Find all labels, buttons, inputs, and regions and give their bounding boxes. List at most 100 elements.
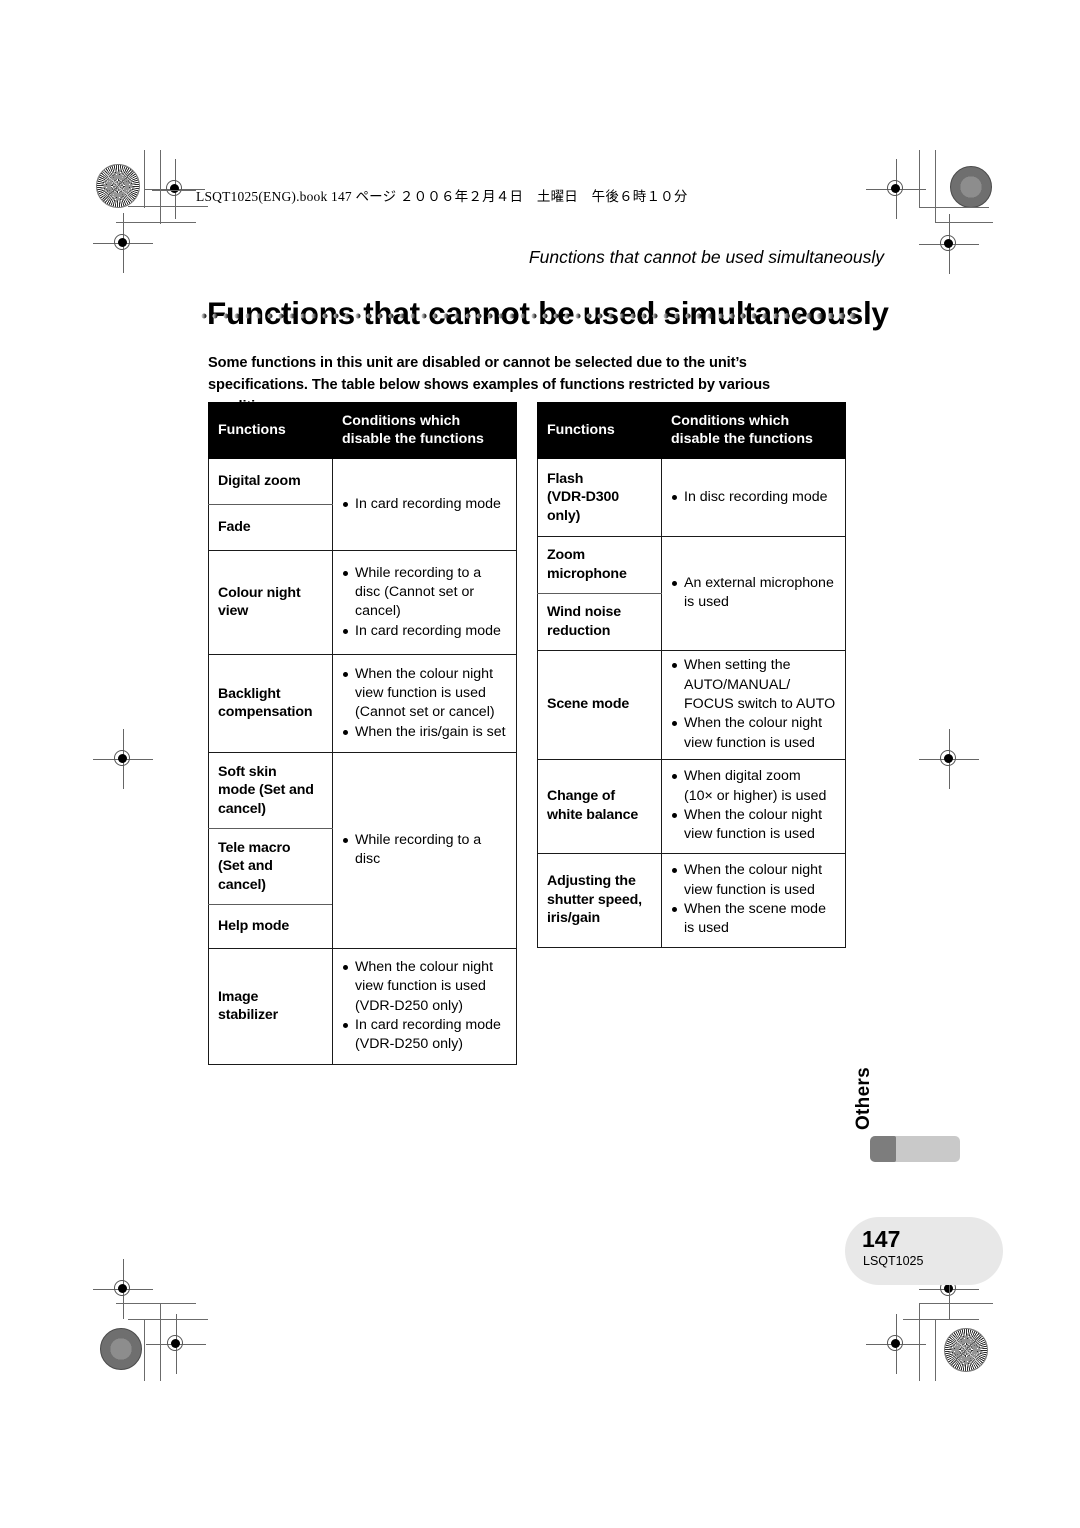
crop-mark-bottom-right-v2 [935, 1319, 936, 1381]
crop-mark-bottom-left-v2 [160, 1303, 161, 1381]
crop-mark-top-left-h1 [128, 206, 208, 207]
condition-line: cancel) [355, 603, 401, 620]
condition-item: When the iris/gain is set [342, 723, 509, 742]
book-file-header: LSQT1025(ENG).book 147 ページ ２００６年２月４日 土曜日… [196, 189, 688, 204]
table-header-row: Functions Conditions which disable the f… [208, 401, 517, 460]
function-name-cell: Image stabilizer [208, 948, 333, 1066]
function-name-cell: Colour night view [208, 550, 333, 656]
condition-item: While recording to a disc (Cannot set or… [342, 564, 509, 622]
functions-table-left-wrapper: Functions Conditions which disable the f… [208, 401, 517, 1066]
column-header-functions: Functions [208, 401, 333, 460]
condition-line: An external microphone [684, 575, 834, 592]
function-name-cell: Backlight compensation [208, 654, 333, 754]
table-row: Flash (VDR-D300 only) In disc recording mo… [537, 458, 846, 538]
table-row: Soft skin mode (Set and cancel) While reco… [208, 752, 517, 950]
crosshair-mark-bottom-right-b [866, 1314, 926, 1374]
condition-line: When the iris/gain is set [355, 723, 506, 740]
crosshair-mark-bottom-left-b [146, 1314, 206, 1374]
conditions-header-line1: Conditions which [342, 413, 461, 429]
condition-line: view function is used [355, 978, 486, 995]
table-row: Scene mode When setting the AUTO/MANUAL/… [537, 650, 846, 760]
conditions-cell: While recording to a disc (Cannot set or… [332, 550, 517, 656]
page-number: 147 [862, 1226, 901, 1252]
functions-table-right: Functions Conditions which disable the f… [537, 401, 846, 948]
condition-line: When the colour night [355, 665, 494, 682]
condition-item: In card recording mode [342, 495, 509, 514]
condition-line: is used [684, 920, 729, 937]
crop-mark-top-left-v1 [144, 150, 145, 208]
condition-line: When setting the [684, 657, 791, 674]
conditions-cell: When the colour night view function is u… [332, 948, 517, 1066]
crop-mark-top-left-h2 [116, 222, 196, 223]
table-row: Adjusting the shutter speed, iris/gain Whe… [537, 852, 846, 948]
conditions-header-line2: disable the functions [671, 431, 813, 448]
crosshair-mark-top-right-b [919, 214, 979, 274]
condition-line: When the scene mode [684, 900, 826, 917]
sunburst-registration-mark-bottom-right [944, 1328, 988, 1372]
condition-line: (Cannot set or cancel) [355, 704, 495, 721]
condition-item: When the scene mode is used [671, 900, 838, 939]
crosshair-mark-top-left-b [93, 213, 153, 273]
condition-line: disc (Cannot set or [355, 584, 475, 601]
conditions-cell: When the colour night view function is u… [661, 852, 846, 948]
sunburst-registration-mark-top-left [96, 164, 140, 208]
dotted-rule-divider [201, 312, 857, 320]
condition-item: An external microphone is used [671, 574, 838, 613]
crop-mark-top-right-h2 [935, 222, 993, 223]
crop-mark-top-right-v1 [919, 150, 920, 208]
conditions-cell: In disc recording mode [661, 458, 846, 538]
condition-item: When digital zoom (10× or higher) is use… [671, 767, 838, 806]
condition-line: FOCUS switch to AUTO [684, 695, 836, 712]
function-name-cell: Tele macro (Set and cancel) [208, 828, 333, 906]
condition-line: In card recording mode [355, 622, 501, 639]
table-row: Digital zoom In card recording mode [208, 458, 517, 552]
section-side-tab-label: Others [853, 1067, 874, 1131]
condition-line: (VDR-D250 only) [355, 1036, 464, 1053]
condition-item: When the colour night view function is u… [342, 958, 509, 1016]
crop-mark-bottom-left-v1 [144, 1319, 145, 1381]
table-header-row: Functions Conditions which disable the f… [537, 401, 846, 460]
condition-line: When the colour night [355, 959, 494, 976]
condition-line: view function is used [684, 734, 815, 751]
condition-item: In card recording mode (VDR-D250 only) [342, 1016, 509, 1055]
crop-mark-bottom-left-h2 [128, 1319, 208, 1320]
condition-line: view function is used [684, 826, 815, 843]
condition-line: When the colour night [684, 715, 823, 732]
condition-line: While recording to a [355, 832, 482, 849]
crosshair-mark-mid-right [919, 729, 979, 789]
condition-item: When the colour night view function is u… [671, 714, 838, 753]
crosshair-mark-mid-left [93, 729, 153, 789]
table-row: Image stabilizer When the colour night vi… [208, 948, 517, 1066]
grey-disc-registration-mark-bottom-left [100, 1328, 142, 1370]
condition-line: When the colour night [684, 806, 823, 823]
condition-item: While recording to a disc [342, 831, 509, 870]
column-header-conditions: Conditions which disable the functions [661, 401, 846, 460]
table-row: Backlight compensation When the colour ni… [208, 654, 517, 754]
condition-line: In card recording mode [355, 495, 501, 512]
crop-mark-top-right-v2 [935, 150, 936, 223]
condition-item: In disc recording mode [671, 488, 838, 507]
condition-line: In card recording mode [355, 1017, 501, 1033]
function-name-cell: Change of white balance [537, 758, 662, 854]
condition-line: While recording to a [355, 564, 482, 581]
condition-item: When the colour night view function is u… [671, 861, 838, 900]
crop-mark-top-left-v2 [160, 150, 161, 224]
condition-item: When the colour night view function is u… [671, 806, 838, 845]
condition-line: When digital zoom [684, 768, 801, 785]
running-head-chapter: Functions that cannot be used simultaneo… [528, 247, 884, 267]
conditions-header-line2: disable the functions [342, 431, 484, 448]
crop-mark-bottom-right-v1 [919, 1303, 920, 1381]
crosshair-mark-top-left-a [145, 159, 205, 219]
conditions-cell: An external microphone is used [661, 536, 846, 652]
function-name-cell: Soft skin mode (Set and cancel) [208, 752, 333, 830]
functions-table-left: Functions Conditions which disable the f… [208, 401, 517, 1066]
condition-line: view function is used [355, 685, 486, 702]
column-header-functions: Functions [537, 401, 662, 460]
crosshair-mark-bottom-left-a [93, 1259, 153, 1319]
function-name-cell: Wind noise reduction [537, 593, 662, 652]
condition-line: disc [355, 851, 381, 868]
document-code: LSQT1025 [863, 1254, 924, 1268]
grey-disc-registration-mark-top-right [950, 166, 992, 208]
crop-mark-bottom-right-h1 [919, 1303, 993, 1304]
column-header-conditions: Conditions which disable the functions [332, 401, 517, 460]
